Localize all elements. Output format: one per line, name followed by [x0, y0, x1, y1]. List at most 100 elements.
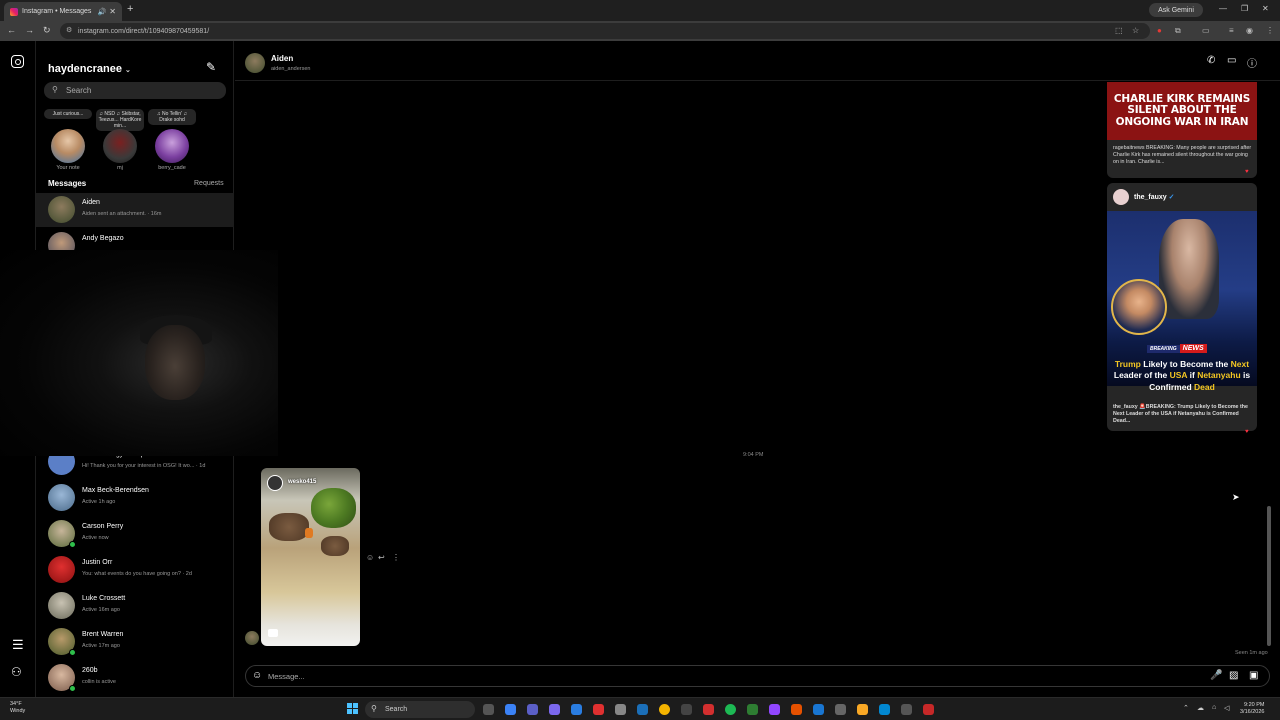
spotify-icon[interactable]	[725, 704, 736, 715]
extension-icon[interactable]: ●	[1157, 26, 1162, 35]
back-icon[interactable]: ←	[7, 25, 16, 35]
image-upload-icon[interactable]: ▨	[1229, 670, 1238, 681]
shared-post[interactable]: the_fauxy ✓ BREAKING NEWS Trump Likely to…	[1107, 183, 1257, 431]
reply-icon[interactable]: ↩	[378, 553, 385, 562]
app-icon[interactable]	[835, 704, 846, 715]
online-indicator	[69, 541, 76, 548]
address-bar[interactable]: ⚙ instagram.com/direct/t/109409870459581…	[60, 23, 1150, 39]
thread-item[interactable]: Carson Perry Active now	[36, 517, 234, 551]
teams-icon[interactable]	[527, 704, 538, 715]
post-header: the_fauxy ✓	[1107, 183, 1257, 211]
info-icon[interactable]: ⓘ	[1247, 55, 1257, 70]
meta-threads-icon[interactable]: ⚇	[11, 665, 22, 679]
edge-icon[interactable]	[505, 704, 516, 715]
windows-start-icon[interactable]	[347, 703, 359, 715]
emoji-picker-icon[interactable]: ☺	[252, 670, 262, 681]
thread-item[interactable]: Brent Warren Active 17m ago	[36, 625, 234, 659]
headline-part: USA	[1169, 370, 1188, 381]
post-image: CHARLIE KIRK REMAINS SILENT ABOUT THE ON…	[1107, 82, 1257, 140]
heart-reaction-icon: ♥	[1245, 429, 1249, 435]
ask-gemini-button[interactable]: Ask Gemini	[1149, 3, 1203, 17]
account-switcher[interactable]: haydencranee ⌄	[48, 63, 131, 75]
thread-item[interactable]: Aiden Aiden sent an attachment. · 16m	[36, 193, 234, 227]
speaker-icon[interactable]: 🔊	[98, 8, 107, 16]
volume-icon[interactable]: ◁	[1224, 704, 1229, 712]
phone-call-icon[interactable]: ✆	[1207, 55, 1215, 66]
app-icon[interactable]	[791, 704, 802, 715]
thread-item[interactable]: Justin Orr You: what events do you have …	[36, 553, 234, 587]
thread-item[interactable]: Max Beck-Berendsen Active 1h ago	[36, 481, 234, 515]
opera-icon[interactable]	[593, 704, 604, 715]
new-tab-button[interactable]: +	[127, 3, 133, 15]
microphone-icon[interactable]: 🎤	[1210, 670, 1222, 681]
shared-reel[interactable]: wesko415	[261, 468, 360, 646]
emoji-react-icon[interactable]: ☺	[366, 553, 374, 562]
thread-item[interactable]: Luke Crossett Active 16m ago	[36, 589, 234, 623]
downloads-icon[interactable]: ≡	[1229, 26, 1234, 35]
shared-post[interactable]: CHARLIE KIRK REMAINS SILENT ABOUT THE ON…	[1107, 82, 1257, 178]
reload-icon[interactable]: ↻	[43, 25, 51, 36]
post-headline: Trump Likely to Become the Next Leader o…	[1111, 359, 1253, 393]
twitch-icon[interactable]	[769, 704, 780, 715]
search-icon: ⚲	[371, 704, 377, 713]
requests-link[interactable]: Requests	[194, 180, 224, 187]
more-options-icon[interactable]: ⋮	[392, 553, 400, 562]
search-input[interactable]: ⚲ Search	[44, 82, 226, 99]
app-icon[interactable]	[703, 704, 714, 715]
thread-preview: You: what events do you have going on? ·…	[82, 571, 192, 577]
video-call-icon[interactable]: ▭	[1227, 55, 1236, 66]
maximize-icon[interactable]: ❐	[1241, 4, 1248, 13]
app-icon[interactable]	[615, 704, 626, 715]
app-icon[interactable]	[571, 704, 582, 715]
avatar	[48, 556, 75, 583]
contact-avatar[interactable]	[245, 53, 265, 73]
app-icon[interactable]	[549, 704, 560, 715]
install-icon[interactable]: ⬚	[1115, 26, 1123, 35]
network-icon[interactable]: ⌂	[1212, 704, 1216, 711]
app-icon[interactable]	[681, 704, 692, 715]
app-icon[interactable]	[923, 704, 934, 715]
profile-avatar-icon[interactable]: ◉	[1246, 26, 1253, 35]
browser-toolbar: ← → ↻ ⚙ instagram.com/direct/t/109409870…	[0, 21, 1280, 41]
file-explorer-icon[interactable]	[857, 704, 868, 715]
browser-tab[interactable]: Instagram • Messages 🔊 ✕	[4, 2, 122, 21]
weather-widget[interactable]: 34°F Windy	[10, 701, 25, 714]
task-view-icon[interactable]	[483, 704, 494, 715]
sidepanel-icon[interactable]: ▭	[1202, 26, 1210, 35]
browser-menu-icon[interactable]: ⋮	[1266, 26, 1274, 35]
tray-overflow-icon[interactable]: ⌃	[1183, 704, 1189, 712]
chat-header: Aiden aiden_andersen ✆ ▭ ⓘ	[235, 41, 1280, 81]
onedrive-icon[interactable]: ☁	[1197, 704, 1204, 712]
news-label: NEWS	[1179, 344, 1207, 353]
contact-name[interactable]: Aiden	[271, 54, 293, 63]
site-info-icon[interactable]: ⚙	[66, 26, 72, 34]
app-icon[interactable]	[747, 704, 758, 715]
new-message-icon[interactable]: ✎	[206, 60, 216, 74]
app-icon[interactable]	[879, 704, 890, 715]
sticker-icon[interactable]: ▣	[1249, 670, 1258, 681]
account-username: haydencranee	[48, 63, 122, 75]
close-window-icon[interactable]: ✕	[1262, 4, 1269, 13]
message-input[interactable]	[268, 668, 1168, 684]
post-photo-inset	[1111, 279, 1167, 335]
minimize-icon[interactable]: —	[1219, 4, 1227, 13]
chat-scrollbar[interactable]	[1267, 506, 1271, 646]
steam-icon[interactable]	[637, 704, 648, 715]
reel-video-icon	[268, 629, 278, 637]
url-text: instagram.com/direct/t/109409870459581/	[78, 27, 210, 35]
instagram-logo-icon[interactable]	[11, 55, 24, 68]
more-menu-icon[interactable]: ☰	[12, 637, 24, 653]
thread-item[interactable]: 260b collin is active	[36, 661, 234, 695]
bookmark-star-icon[interactable]: ☆	[1132, 26, 1139, 35]
system-clock[interactable]: 9:20 PM 3/16/2026	[1240, 702, 1264, 716]
weather-temp: 34°F	[10, 701, 22, 707]
headline-part: Dead	[1194, 381, 1215, 392]
extensions-puzzle-icon[interactable]: ⧉	[1175, 26, 1181, 36]
settings-gear-icon[interactable]	[901, 704, 912, 715]
gemini-label: Ask Gemini	[1158, 6, 1194, 14]
forward-icon[interactable]: →	[25, 25, 34, 35]
taskbar-search[interactable]: ⚲ Search	[365, 701, 475, 718]
chrome-icon[interactable]	[659, 704, 670, 715]
close-tab-icon[interactable]: ✕	[109, 7, 116, 16]
app-icon[interactable]	[813, 704, 824, 715]
